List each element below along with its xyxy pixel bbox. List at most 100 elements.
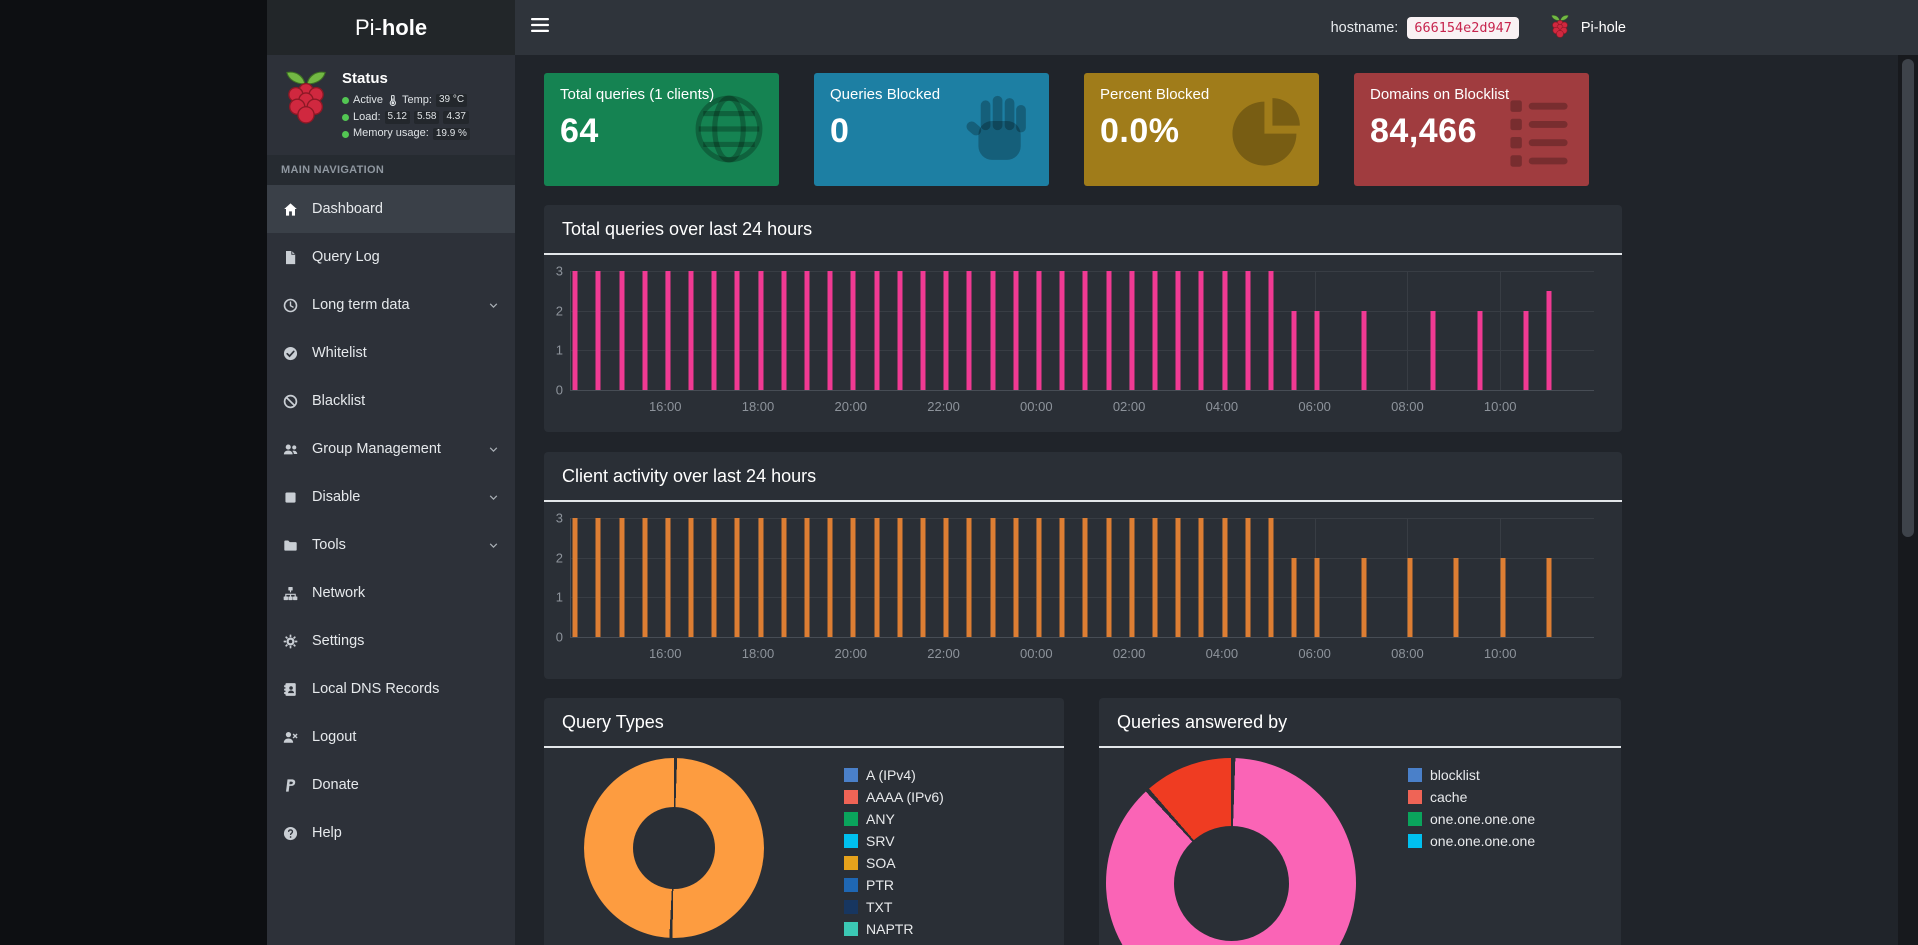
legend-item[interactable]: ANY <box>844 808 944 830</box>
legend-item[interactable]: AAAA (IPv6) <box>844 786 944 808</box>
bar <box>665 518 671 637</box>
bar <box>966 271 972 390</box>
legend-item[interactable]: SRV <box>844 830 944 852</box>
bar <box>711 271 717 390</box>
sidebar-item-query-log[interactable]: Query Log <box>267 233 515 281</box>
queries-answered-legend: blocklist cache one.one.one.one one.one.one… <box>1408 764 1535 852</box>
bar <box>595 518 601 637</box>
bar <box>1198 271 1204 390</box>
legend-swatch <box>844 790 858 804</box>
plot-area: 0 1 2 3 16:00 18:00 20:00 22:00 00:00 02:00 04:00 0… <box>556 264 1594 414</box>
sidebar-item-local-dns-records[interactable]: Local DNS Records <box>267 665 515 713</box>
user-times-icon <box>283 730 301 745</box>
sidebar-item-disable[interactable]: Disable <box>267 473 515 521</box>
legend-swatch <box>844 856 858 870</box>
x-axis-tick: 10:00 <box>1483 399 1517 414</box>
load-value-2: 5.58 <box>414 111 440 124</box>
legend-item[interactable]: SOA <box>844 852 944 874</box>
legend-item[interactable]: PTR <box>844 874 944 896</box>
query-types-panel: Query Types A (IPv4) AAAA (IPv6) ANY SRV SOA… <box>544 698 1064 945</box>
legend-item[interactable]: NAPTR <box>844 918 944 940</box>
bar <box>1106 518 1112 637</box>
total-queries-chart: 0 1 2 3 16:00 18:00 20:00 22:00 00:00 02:00 04:00 0… <box>544 257 1622 432</box>
bar <box>781 271 787 390</box>
bar <box>850 271 856 390</box>
sidebar-item-help[interactable]: Help <box>267 809 515 857</box>
legend-item[interactable]: one.one.one.one <box>1408 808 1535 830</box>
bar <box>734 271 740 390</box>
bar <box>804 518 810 637</box>
bar <box>827 518 833 637</box>
bar <box>1477 310 1483 390</box>
sidebar-toggle-button[interactable] <box>517 0 563 55</box>
sidebar-item-donate[interactable]: Donate <box>267 761 515 809</box>
hostname-label: hostname: <box>1330 19 1399 36</box>
sidebar-item-tools[interactable]: Tools <box>267 521 515 569</box>
legend-label: NAPTR <box>866 921 914 937</box>
summary-cards: Total queries (1 clients) 64 Queries Blo… <box>544 73 1589 186</box>
check-circle-icon <box>283 346 301 361</box>
sidebar-item-logout[interactable]: Logout <box>267 713 515 761</box>
hostname-value: 666154e2d947 <box>1407 16 1519 39</box>
legend-label: AAAA (IPv6) <box>866 789 944 805</box>
scrollbar-thumb[interactable] <box>1902 59 1914 537</box>
panel-header: Queries answered by <box>1099 698 1621 748</box>
legend-item[interactable]: TXT <box>844 896 944 918</box>
bar <box>804 271 810 390</box>
file-icon <box>283 250 301 265</box>
query-types-donut-chart[interactable] <box>584 758 764 938</box>
x-axis-tick: 10:00 <box>1483 646 1517 661</box>
x-axis-tick: 18:00 <box>741 646 775 661</box>
bar <box>781 518 787 637</box>
bar <box>711 518 717 637</box>
x-axis-tick: 06:00 <box>1298 399 1331 414</box>
card-value: 0 <box>830 112 850 150</box>
bar <box>1059 271 1065 390</box>
client-activity-chart: 0 1 2 3 16:00 18:00 20:00 22:00 00:00 02:00 04:00 0… <box>544 504 1622 679</box>
legend-swatch <box>844 922 858 936</box>
y-axis-tick: 3 <box>555 263 563 279</box>
sidebar-item-blacklist[interactable]: Blacklist <box>267 377 515 425</box>
legend-item[interactable]: cache <box>1408 786 1535 808</box>
app-logo[interactable]: Pi-hole <box>267 0 515 55</box>
x-axis-tick: 04:00 <box>1205 646 1239 661</box>
sidebar-item-network[interactable]: Network <box>267 569 515 617</box>
temp-label: Temp: <box>401 93 432 106</box>
sidebar-item-long-term-data[interactable]: Long term data <box>267 281 515 329</box>
x-axis-tick: 22:00 <box>927 646 960 661</box>
navbar-brand-link[interactable]: Pi-hole <box>1581 20 1626 36</box>
sidebar-item-settings[interactable]: Settings <box>267 617 515 665</box>
legend-swatch <box>844 878 858 892</box>
bar <box>1268 518 1274 637</box>
sidebar-item-group-management[interactable]: Group Management <box>267 425 515 473</box>
pihole-logo-icon[interactable] <box>1548 14 1572 41</box>
bar <box>943 518 949 637</box>
sidebar-item-label: Logout <box>312 729 357 745</box>
bar <box>1314 310 1320 390</box>
queries-answered-donut-chart[interactable] <box>1106 758 1356 945</box>
total-queries-panel: Total queries over last 24 hours 0 1 2 3 16:… <box>544 205 1622 432</box>
legend-item[interactable]: A (IPv4) <box>844 764 944 786</box>
legend-item[interactable]: one.one.one.one <box>1408 830 1535 852</box>
ban-icon <box>283 394 301 409</box>
page-scrollbar[interactable] <box>1898 55 1918 945</box>
legend-swatch <box>844 900 858 914</box>
temp-value: 39 °C <box>435 94 468 107</box>
bar <box>1082 271 1088 390</box>
sidebar-item-dashboard[interactable]: Dashboard <box>267 185 515 233</box>
raspberry-logo-icon <box>279 68 333 132</box>
y-axis-line <box>570 518 571 637</box>
panel-title: Query Types <box>562 711 664 732</box>
bar <box>758 518 764 637</box>
bar <box>1500 557 1506 637</box>
bar <box>1361 310 1367 390</box>
sidebar-item-label: Long term data <box>312 297 410 313</box>
bar <box>1175 518 1181 637</box>
legend-label: blocklist <box>1430 767 1480 783</box>
bar <box>1245 518 1251 637</box>
sidebar-item-label: Query Log <box>312 249 380 265</box>
legend-item[interactable]: blocklist <box>1408 764 1535 786</box>
sidebar-item-whitelist[interactable]: Whitelist <box>267 329 515 377</box>
queries-answered-panel: Queries answered by blocklist cache one.on… <box>1099 698 1621 945</box>
bar <box>1546 290 1552 390</box>
